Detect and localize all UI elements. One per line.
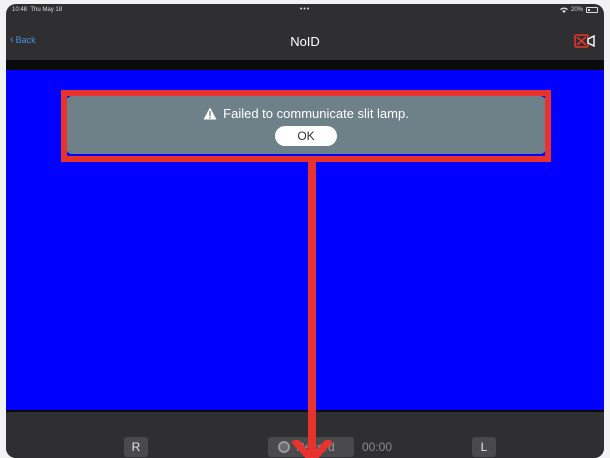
alert-message: Failed to communicate slit lamp. [223, 106, 409, 121]
record-icon [278, 441, 290, 453]
left-eye-button[interactable]: L [472, 437, 496, 457]
nav-bar: ‹ Back NoID [6, 24, 604, 58]
record-button[interactable]: Record [268, 437, 354, 457]
alert-message-row: Failed to communicate slit lamp. [66, 106, 546, 121]
camera-off-icon[interactable] [574, 32, 596, 50]
record-label: Record [296, 440, 335, 454]
error-alert: Failed to communicate slit lamp. OK [66, 96, 546, 154]
record-timer: 00:00 [362, 440, 393, 454]
page-title: NoID [290, 34, 320, 49]
status-time: 10:48 Thu May 18 [12, 7, 63, 13]
bottom-toolbar: R Record 00:00 L [6, 414, 604, 458]
right-eye-button[interactable]: R [124, 437, 148, 457]
warning-icon [203, 107, 217, 120]
battery-percent: 20% [570, 7, 583, 13]
ipad-screen: 10:48 Thu May 18 ••• 20% ‹ Back NoID Fai… [6, 4, 604, 458]
ok-button[interactable]: OK [275, 126, 337, 146]
wifi-icon [559, 7, 568, 13]
status-bar: 10:48 Thu May 18 ••• 20% [6, 4, 604, 18]
multitasking-dots[interactable]: ••• [300, 6, 310, 13]
status-right: 20% [559, 7, 598, 13]
battery-icon [586, 7, 598, 13]
